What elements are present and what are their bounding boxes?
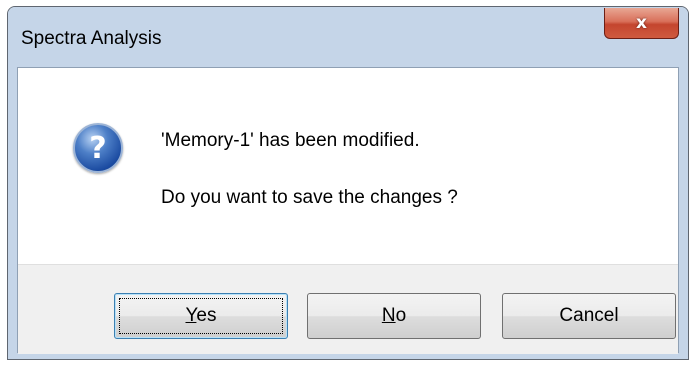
no-mnemonic: N xyxy=(381,305,396,326)
yes-mnemonic: Y xyxy=(185,305,197,326)
close-button[interactable]: x xyxy=(604,8,679,39)
no-label-rest: o xyxy=(395,305,407,326)
dialog-window: Spectra Analysis x ? 'Memory-1' has been… xyxy=(7,6,689,360)
no-button[interactable]: No xyxy=(307,293,481,339)
window-title: Spectra Analysis xyxy=(21,28,162,49)
title-bar[interactable]: Spectra Analysis x xyxy=(8,7,688,67)
button-bar: Yes No Cancel xyxy=(18,264,678,354)
no-button-label: No xyxy=(382,305,406,327)
question-icon: ? xyxy=(73,123,123,173)
yes-label-rest: es xyxy=(196,305,217,326)
cancel-button[interactable]: Cancel xyxy=(502,293,676,339)
message-text-prompt: Do you want to save the changes ? xyxy=(161,187,458,208)
cancel-button-label: Cancel xyxy=(559,305,619,326)
message-area: ? 'Memory-1' has been modified. Do you w… xyxy=(18,68,678,264)
yes-button-label: Yes xyxy=(185,305,216,327)
dialog-body: ? 'Memory-1' has been modified. Do you w… xyxy=(17,67,679,354)
yes-button[interactable]: Yes xyxy=(114,293,288,339)
close-icon: x xyxy=(636,12,647,33)
message-text-modified: 'Memory-1' has been modified. xyxy=(161,130,420,151)
question-mark-glyph: ? xyxy=(89,131,107,166)
